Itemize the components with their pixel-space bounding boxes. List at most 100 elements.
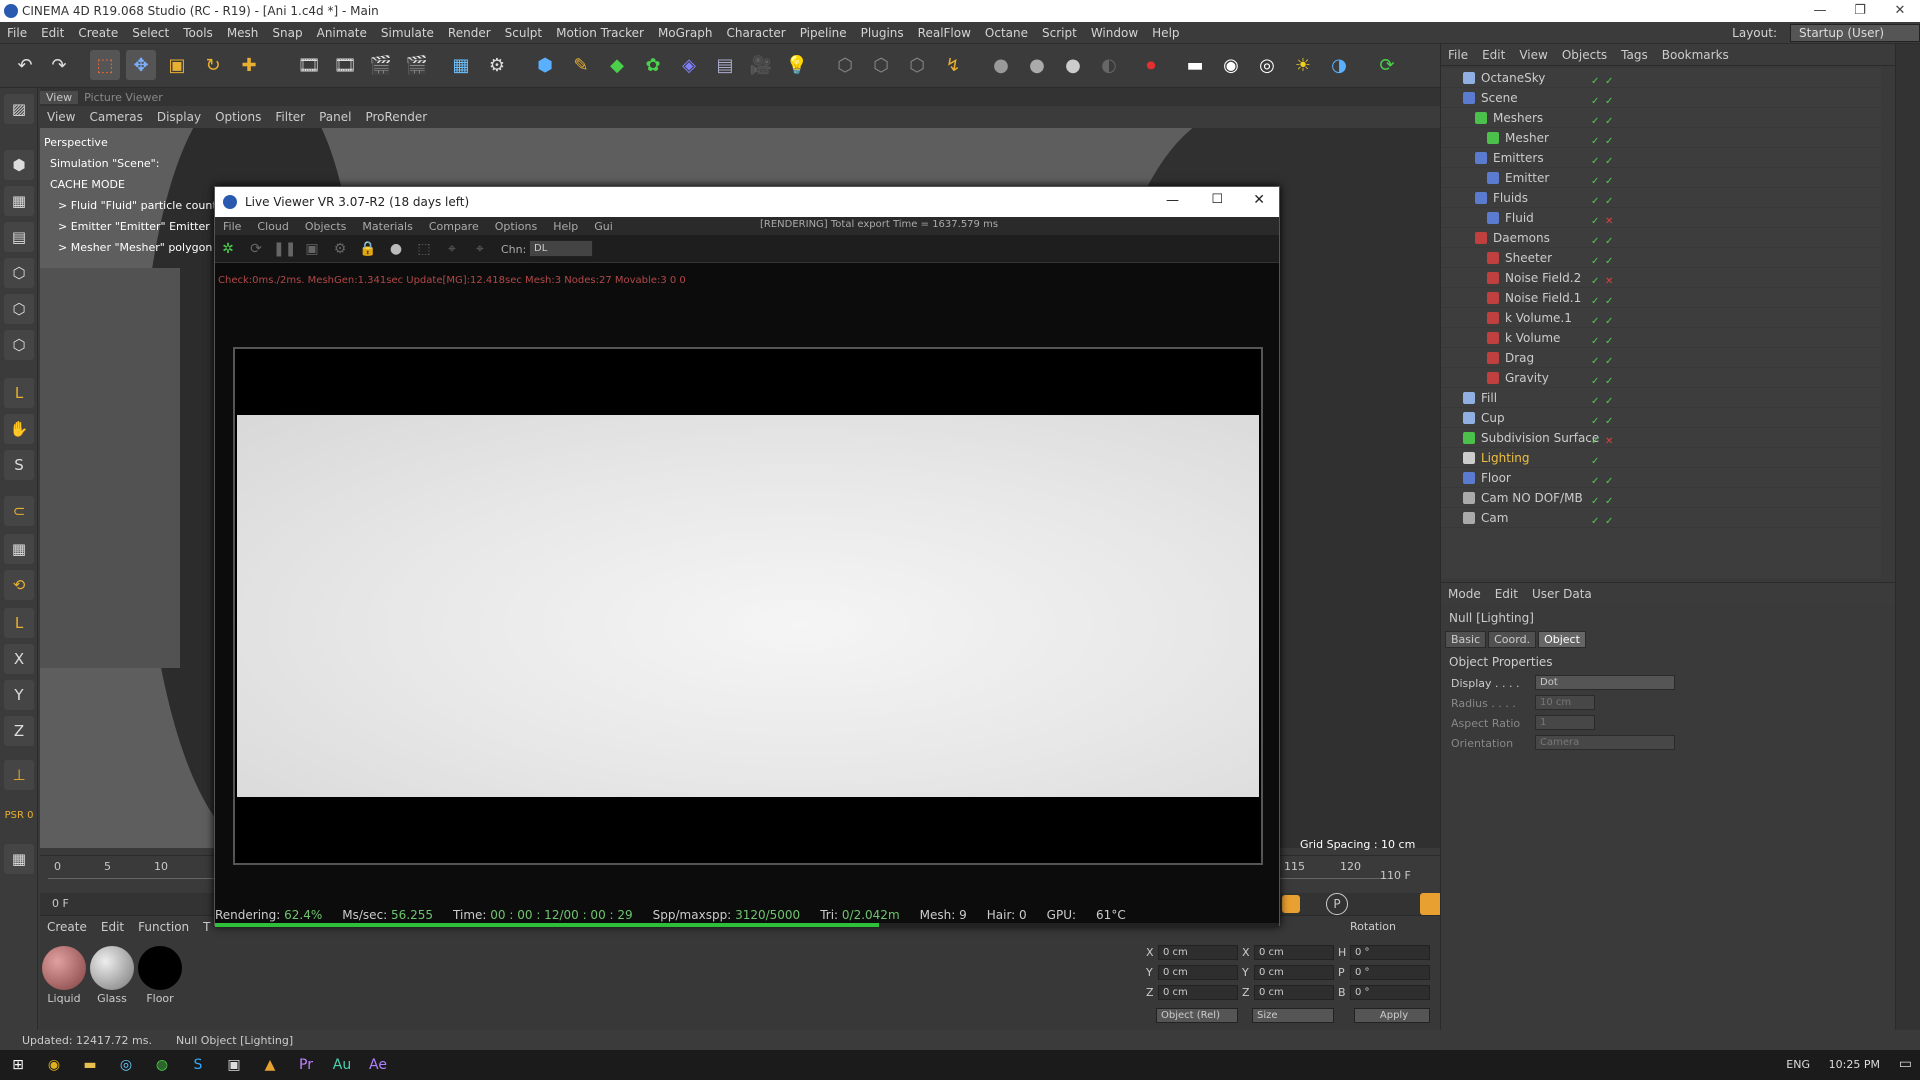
- material-floor[interactable]: Floor: [138, 946, 182, 1005]
- obj-menu-tags[interactable]: Tags: [1614, 48, 1655, 62]
- taskbar-clock[interactable]: 10:25 PM: [1829, 1058, 1880, 1071]
- obj-menu-bookmarks[interactable]: Bookmarks: [1655, 48, 1736, 62]
- deformer-icon[interactable]: ◈: [674, 50, 704, 80]
- lv-menu-objects[interactable]: Objects: [297, 220, 355, 233]
- floor-icon[interactable]: ▤: [710, 50, 740, 80]
- windows-start-icon[interactable]: ⊞: [0, 1050, 36, 1080]
- tab-picture-viewer[interactable]: Picture Viewer: [78, 91, 169, 104]
- scale-icon[interactable]: ▣: [162, 50, 192, 80]
- current-frame-field[interactable]: 0 F: [52, 897, 69, 910]
- vp-menu-display[interactable]: Display: [150, 110, 208, 124]
- snap-icon[interactable]: ↯: [938, 50, 968, 80]
- object-row[interactable]: Mesher ✓ ✓: [1441, 128, 1881, 148]
- notifications-icon[interactable]: ▭: [1899, 1056, 1912, 1072]
- after-effects-icon[interactable]: Ae: [360, 1050, 396, 1080]
- move-icon[interactable]: ✥: [126, 50, 156, 80]
- points-tool-icon[interactable]: ⬡: [4, 258, 34, 288]
- obj-menu-view[interactable]: View: [1512, 48, 1554, 62]
- size-y-field[interactable]: 0 cm: [1254, 965, 1334, 980]
- right-side-tabs[interactable]: [1895, 44, 1920, 1030]
- menu-animate[interactable]: Animate: [310, 26, 374, 40]
- app-icon[interactable]: ▣: [216, 1050, 252, 1080]
- apply-button[interactable]: Apply: [1354, 1008, 1430, 1023]
- object-row[interactable]: Noise Field.2 ✓ ✕: [1441, 268, 1881, 288]
- send-scene-icon[interactable]: ✲: [217, 239, 239, 259]
- record-key-icon[interactable]: [1282, 895, 1300, 913]
- file-explorer-icon[interactable]: ▬: [72, 1050, 108, 1080]
- vp-menu-prorender[interactable]: ProRender: [358, 110, 434, 124]
- texture-mode-icon[interactable]: ▦: [4, 186, 34, 216]
- redo-icon[interactable]: ↷: [44, 50, 74, 80]
- axis-tool-icon[interactable]: L: [4, 378, 34, 408]
- object-row[interactable]: Drag ✓ ✓: [1441, 348, 1881, 368]
- menu-window[interactable]: Window: [1084, 26, 1145, 40]
- orientation-dropdown[interactable]: Camera: [1535, 735, 1675, 750]
- object-row[interactable]: Emitter ✓ ✓: [1441, 168, 1881, 188]
- cloner-icon[interactable]: ✿: [638, 50, 668, 80]
- menu-mesh[interactable]: Mesh: [220, 26, 266, 40]
- audition-icon[interactable]: Au: [324, 1050, 360, 1080]
- attr-menu-edit[interactable]: Edit: [1488, 587, 1525, 601]
- lv-menu-materials[interactable]: Materials: [354, 220, 420, 233]
- object-row[interactable]: Fluids ✓ ✓: [1441, 188, 1881, 208]
- render-view-icon[interactable]: 🎞: [294, 50, 324, 80]
- object-row[interactable]: k Volume.1 ✓ ✓: [1441, 308, 1881, 328]
- menu-mograph[interactable]: MoGraph: [651, 26, 720, 40]
- object-row[interactable]: Gravity ✓ ✓: [1441, 368, 1881, 388]
- obj-menu-objects[interactable]: Objects: [1555, 48, 1614, 62]
- menu-pipeline[interactable]: Pipeline: [793, 26, 854, 40]
- object-row[interactable]: Floor ✓ ✓: [1441, 468, 1881, 488]
- render-settings-icon[interactable]: ⚙: [482, 50, 512, 80]
- position-x-field[interactable]: 0 cm: [1158, 945, 1238, 960]
- vp-menu-filter[interactable]: Filter: [268, 110, 312, 124]
- magnet-icon[interactable]: ⊂: [4, 496, 34, 526]
- close-icon[interactable]: ✕: [1880, 0, 1920, 22]
- rotation-p-field[interactable]: 0 °: [1350, 965, 1430, 980]
- size-z-field[interactable]: 0 cm: [1254, 985, 1334, 1000]
- cube-icon[interactable]: ⬢: [530, 50, 560, 80]
- size-x-field[interactable]: 0 cm: [1254, 945, 1334, 960]
- rotation-b-field[interactable]: 0 °: [1350, 985, 1430, 1000]
- vp-menu-panel[interactable]: Panel: [312, 110, 358, 124]
- menu-octane[interactable]: Octane: [978, 26, 1035, 40]
- menu-simulate[interactable]: Simulate: [374, 26, 441, 40]
- lock-icon[interactable]: 🔒: [357, 239, 379, 259]
- object-row[interactable]: Fluid ✓ ✕: [1441, 208, 1881, 228]
- psr-icon[interactable]: PSR 0: [4, 800, 34, 830]
- octane-glossy-icon[interactable]: ●: [1022, 50, 1052, 80]
- octane-specular-icon[interactable]: ●: [1058, 50, 1088, 80]
- lv-menu-options[interactable]: Options: [487, 220, 545, 233]
- aspect-ratio-field[interactable]: 1: [1535, 715, 1595, 730]
- timeline-window-icon[interactable]: [1420, 893, 1442, 915]
- grid-icon[interactable]: ▦: [4, 844, 34, 874]
- world-coords-icon[interactable]: ⊥: [4, 760, 34, 790]
- attr-tab-basic[interactable]: Basic: [1445, 631, 1487, 648]
- minimize-icon[interactable]: —: [1800, 0, 1840, 22]
- team-render-icon[interactable]: 🎬: [402, 50, 432, 80]
- maximize-icon[interactable]: ☐: [1211, 192, 1223, 207]
- menu-character[interactable]: Character: [719, 26, 792, 40]
- obj-menu-edit[interactable]: Edit: [1475, 48, 1512, 62]
- lv-menu-file[interactable]: File: [215, 220, 249, 233]
- octane-sun-icon[interactable]: ☀: [1288, 50, 1318, 80]
- pick-focus-icon[interactable]: ⌖: [441, 239, 463, 259]
- object-row[interactable]: Sheeter ✓ ✓: [1441, 248, 1881, 268]
- octane-target-icon[interactable]: ◎: [1252, 50, 1282, 80]
- restore-icon[interactable]: ❐: [1840, 0, 1880, 22]
- menu-snap[interactable]: Snap: [265, 26, 309, 40]
- tweak-icon[interactable]: ✋: [4, 414, 34, 444]
- rotation-h-field[interactable]: 0 °: [1350, 945, 1430, 960]
- obj-menu-file[interactable]: File: [1441, 48, 1475, 62]
- coord-size-dropdown[interactable]: Size: [1252, 1008, 1334, 1023]
- z-axis-lock-icon[interactable]: Z: [4, 716, 34, 746]
- make-editable-icon[interactable]: ▨: [4, 94, 34, 124]
- object-row[interactable]: OctaneSky ✓ ✓: [1441, 68, 1881, 88]
- premiere-icon[interactable]: Pr: [288, 1050, 324, 1080]
- vlc-icon[interactable]: ▲: [252, 1050, 288, 1080]
- axis-icon[interactable]: ✚: [234, 50, 264, 80]
- render-picture-viewer-icon[interactable]: 🎞: [330, 50, 360, 80]
- object-row[interactable]: Subdivision Surface ✓ ✕: [1441, 428, 1881, 448]
- menu-select[interactable]: Select: [125, 26, 176, 40]
- pick-material-icon[interactable]: ⌖: [469, 239, 491, 259]
- live-selection-icon[interactable]: ⬚: [90, 50, 120, 80]
